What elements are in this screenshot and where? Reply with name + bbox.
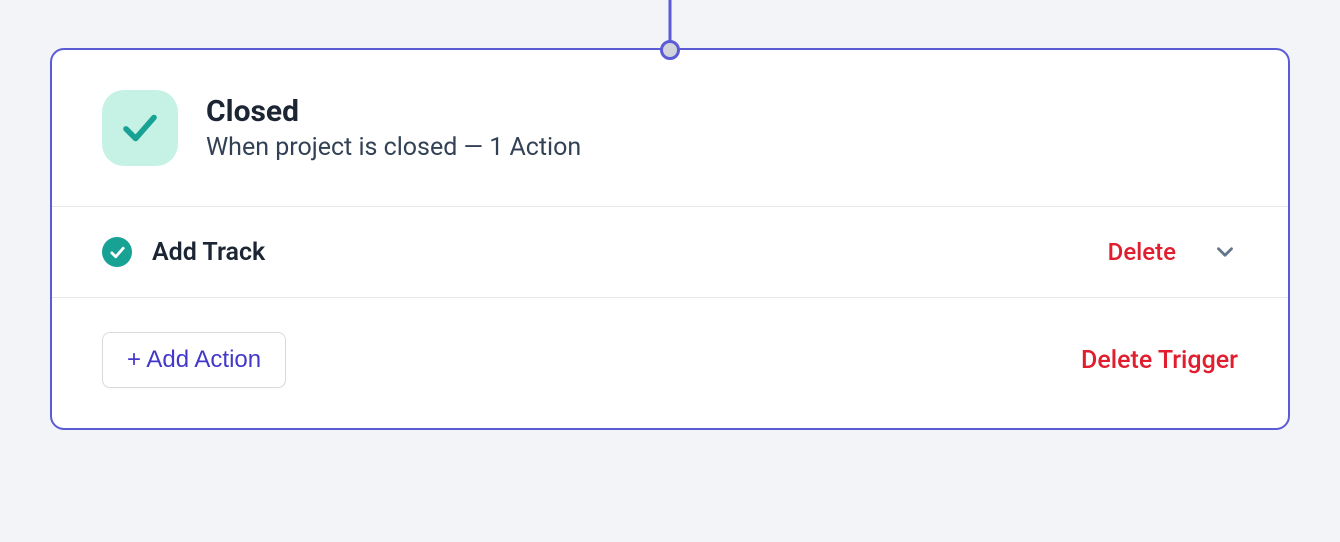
chevron-down-icon[interactable] <box>1212 239 1238 265</box>
action-row[interactable]: Add Track Delete <box>52 207 1288 298</box>
check-circle-icon <box>102 237 132 267</box>
workflow-connector-node <box>660 40 680 60</box>
trigger-header-text: Closed When project is closed — 1 Action <box>206 94 581 162</box>
add-action-button[interactable]: + Add Action <box>102 332 286 388</box>
action-name: Add Track <box>152 238 265 267</box>
trigger-title: Closed <box>206 94 581 129</box>
trigger-card: Closed When project is closed — 1 Action… <box>50 48 1290 430</box>
delete-trigger-button[interactable]: Delete Trigger <box>1081 346 1238 375</box>
trigger-subtitle: When project is closed — 1 Action <box>206 133 581 162</box>
check-icon <box>102 90 178 166</box>
action-controls: Delete <box>1108 238 1238 266</box>
action-left: Add Track <box>102 237 265 267</box>
trigger-footer: + Add Action Delete Trigger <box>52 298 1288 428</box>
trigger-header: Closed When project is closed — 1 Action <box>52 50 1288 207</box>
delete-action-button[interactable]: Delete <box>1108 238 1176 266</box>
